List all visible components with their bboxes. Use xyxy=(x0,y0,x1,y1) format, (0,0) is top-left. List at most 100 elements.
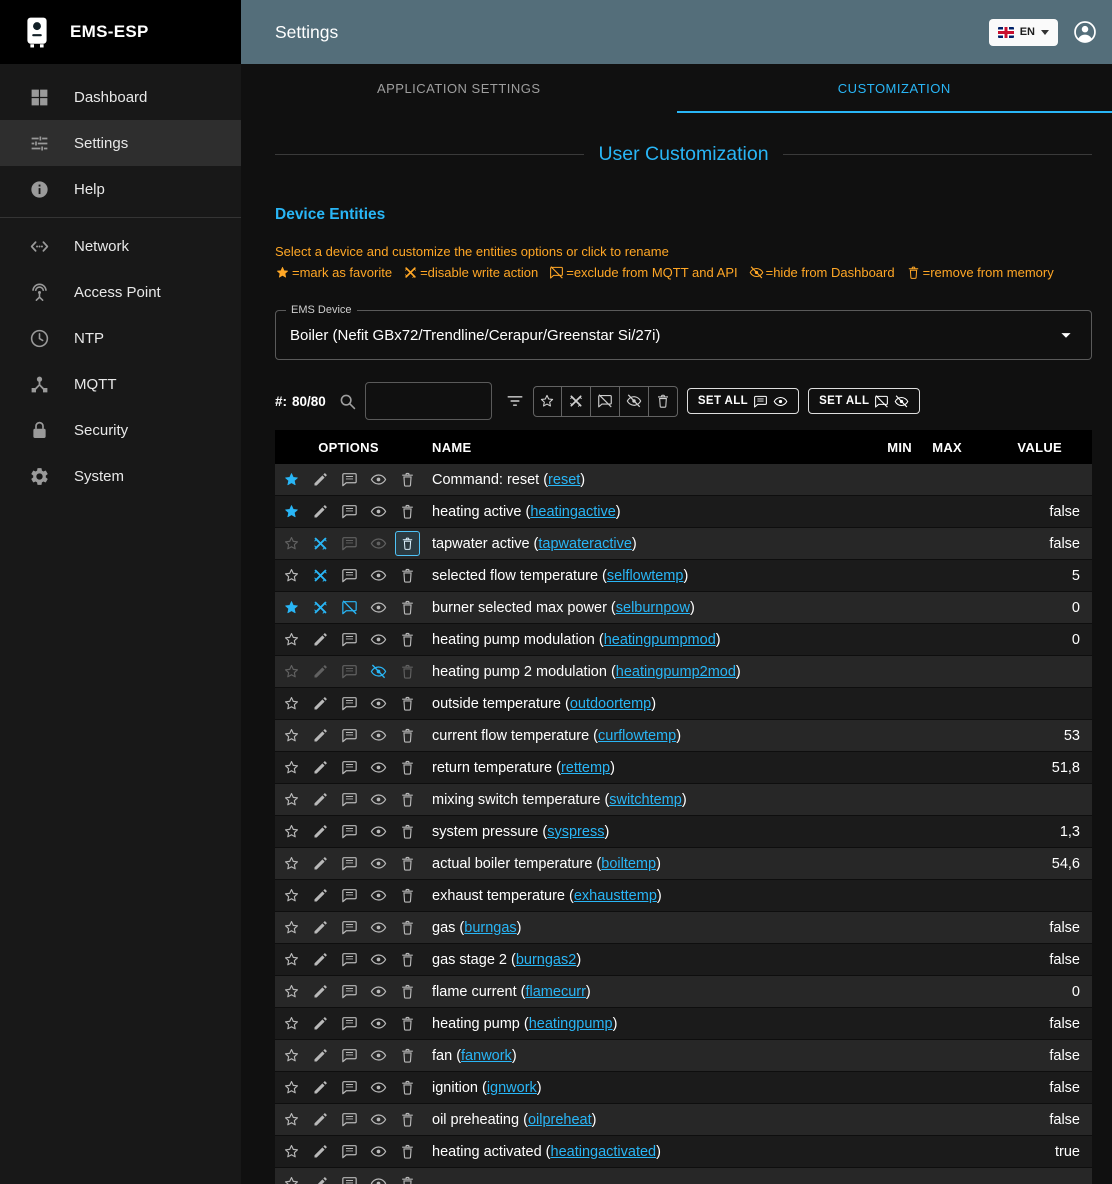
table-row[interactable]: heating active (heatingactive)false xyxy=(275,496,1092,528)
mqtt-exclude-icon[interactable] xyxy=(335,1136,364,1168)
entity-name[interactable]: mixing switch temperature (switchtemp) xyxy=(422,792,862,808)
favorite-icon[interactable] xyxy=(277,912,306,944)
delete-icon[interactable] xyxy=(393,1072,422,1104)
tab-application-settings[interactable]: APPLICATION SETTINGS xyxy=(241,64,677,113)
visibility-icon[interactable] xyxy=(364,496,393,528)
entity-name[interactable]: return temperature (rettemp) xyxy=(422,760,862,776)
visibility-icon[interactable] xyxy=(364,656,393,688)
ems-device-select[interactable]: EMS Device Boiler (Nefit GBx72/Trendline… xyxy=(275,310,1092,360)
delete-icon[interactable] xyxy=(393,464,422,496)
favorite-icon[interactable] xyxy=(277,1136,306,1168)
delete-icon[interactable] xyxy=(393,560,422,592)
sidebar-item-dashboard[interactable]: Dashboard xyxy=(0,74,241,120)
visibility-icon[interactable] xyxy=(364,784,393,816)
rename-icon[interactable] xyxy=(306,720,335,752)
visibility-icon[interactable] xyxy=(364,528,393,560)
mqtt-exclude-icon[interactable] xyxy=(335,912,364,944)
delete-icon[interactable] xyxy=(393,496,422,528)
visibility-icon[interactable] xyxy=(364,752,393,784)
mqtt-exclude-icon[interactable] xyxy=(335,1104,364,1136)
visibility-icon[interactable] xyxy=(364,880,393,912)
delete-icon[interactable] xyxy=(393,752,422,784)
mqtt-exclude-icon[interactable] xyxy=(335,752,364,784)
entity-name[interactable]: selected flow temperature (selflowtemp) xyxy=(422,568,862,584)
entity-code-link[interactable]: selburnpow xyxy=(616,600,690,616)
mqtt-exclude-icon[interactable] xyxy=(335,656,364,688)
delete-icon[interactable] xyxy=(393,816,422,848)
table-row[interactable]: heating pump modulation (heatingpumpmod)… xyxy=(275,624,1092,656)
favorite-icon[interactable] xyxy=(277,752,306,784)
entity-code-link[interactable]: heatingpump2mod xyxy=(616,664,736,680)
favorite-icon[interactable] xyxy=(277,1104,306,1136)
rename-icon[interactable] xyxy=(306,944,335,976)
entity-code-link[interactable]: heatingactive xyxy=(530,504,615,520)
filter-deleted-toggle[interactable] xyxy=(649,386,678,417)
table-row[interactable]: fan (fanwork)false xyxy=(275,1040,1092,1072)
table-row[interactable]: heating pump 2 modulation (heatingpump2m… xyxy=(275,656,1092,688)
mqtt-exclude-icon[interactable] xyxy=(335,496,364,528)
favorite-icon[interactable] xyxy=(277,1008,306,1040)
write-disabled-icon[interactable] xyxy=(306,560,335,592)
entity-code-link[interactable]: fanwork xyxy=(461,1048,512,1064)
sidebar-item-access-point[interactable]: Access Point xyxy=(0,269,241,315)
table-row[interactable] xyxy=(275,1168,1092,1184)
visibility-icon[interactable] xyxy=(364,592,393,624)
entity-name[interactable]: tapwater active (tapwateractive) xyxy=(422,536,862,552)
entity-code-link[interactable]: syspress xyxy=(547,824,604,840)
delete-icon[interactable] xyxy=(393,784,422,816)
table-row[interactable]: mixing switch temperature (switchtemp) xyxy=(275,784,1092,816)
entity-code-link[interactable]: heatingactivated xyxy=(551,1144,657,1160)
filter-write-disabled-toggle[interactable] xyxy=(562,386,591,417)
entity-name[interactable]: outside temperature (outdoortemp) xyxy=(422,696,862,712)
mqtt-exclude-icon[interactable] xyxy=(335,1168,364,1184)
filter-favorite-toggle[interactable] xyxy=(533,386,562,417)
rename-icon[interactable] xyxy=(306,1072,335,1104)
delete-icon[interactable] xyxy=(393,1008,422,1040)
entity-code-link[interactable]: flamecurr xyxy=(525,984,585,1000)
rename-icon[interactable] xyxy=(306,496,335,528)
entities-search-input[interactable] xyxy=(365,382,492,420)
write-disabled-icon[interactable] xyxy=(306,528,335,560)
entity-code-link[interactable]: heatingpumpmod xyxy=(604,632,716,648)
delete-icon[interactable] xyxy=(393,1168,422,1184)
delete-icon[interactable] xyxy=(393,624,422,656)
set-all-hide-button[interactable]: SET ALL xyxy=(808,388,920,414)
sidebar-item-system[interactable]: System xyxy=(0,453,241,499)
rename-icon[interactable] xyxy=(306,624,335,656)
sidebar-item-network[interactable]: Network xyxy=(0,223,241,269)
delete-icon[interactable] xyxy=(393,848,422,880)
entity-code-link[interactable]: ignwork xyxy=(487,1080,537,1096)
entity-name[interactable]: heating pump (heatingpump) xyxy=(422,1016,862,1032)
visibility-icon[interactable] xyxy=(364,976,393,1008)
rename-icon[interactable] xyxy=(306,464,335,496)
rename-icon[interactable] xyxy=(306,752,335,784)
entity-name[interactable]: flame current (flamecurr) xyxy=(422,984,862,1000)
rename-icon[interactable] xyxy=(306,1008,335,1040)
table-row[interactable]: current flow temperature (curflowtemp)53 xyxy=(275,720,1092,752)
delete-icon[interactable] xyxy=(393,688,422,720)
visibility-icon[interactable] xyxy=(364,912,393,944)
favorite-icon[interactable] xyxy=(277,496,306,528)
table-row[interactable]: return temperature (rettemp)51,8 xyxy=(275,752,1092,784)
entity-code-link[interactable]: boiltemp xyxy=(601,856,656,872)
table-row[interactable]: gas (burngas)false xyxy=(275,912,1092,944)
entity-name[interactable]: heating activated (heatingactivated) xyxy=(422,1144,862,1160)
favorite-icon[interactable] xyxy=(277,1168,306,1184)
visibility-icon[interactable] xyxy=(364,688,393,720)
rename-icon[interactable] xyxy=(306,848,335,880)
tab-customization[interactable]: CUSTOMIZATION xyxy=(677,64,1112,113)
mqtt-exclude-icon[interactable] xyxy=(335,592,364,624)
entity-code-link[interactable]: burngas xyxy=(464,920,516,936)
visibility-icon[interactable] xyxy=(364,1040,393,1072)
mqtt-exclude-icon[interactable] xyxy=(335,976,364,1008)
favorite-icon[interactable] xyxy=(277,944,306,976)
filter-icon[interactable] xyxy=(505,391,525,411)
mqtt-exclude-icon[interactable] xyxy=(335,816,364,848)
entity-code-link[interactable]: switchtemp xyxy=(609,792,682,808)
rename-icon[interactable] xyxy=(306,816,335,848)
visibility-icon[interactable] xyxy=(364,624,393,656)
filter-mqtt-excluded-toggle[interactable] xyxy=(591,386,620,417)
entity-code-link[interactable]: rettemp xyxy=(561,760,610,776)
entity-code-link[interactable]: exhausttemp xyxy=(574,888,657,904)
visibility-icon[interactable] xyxy=(364,1104,393,1136)
